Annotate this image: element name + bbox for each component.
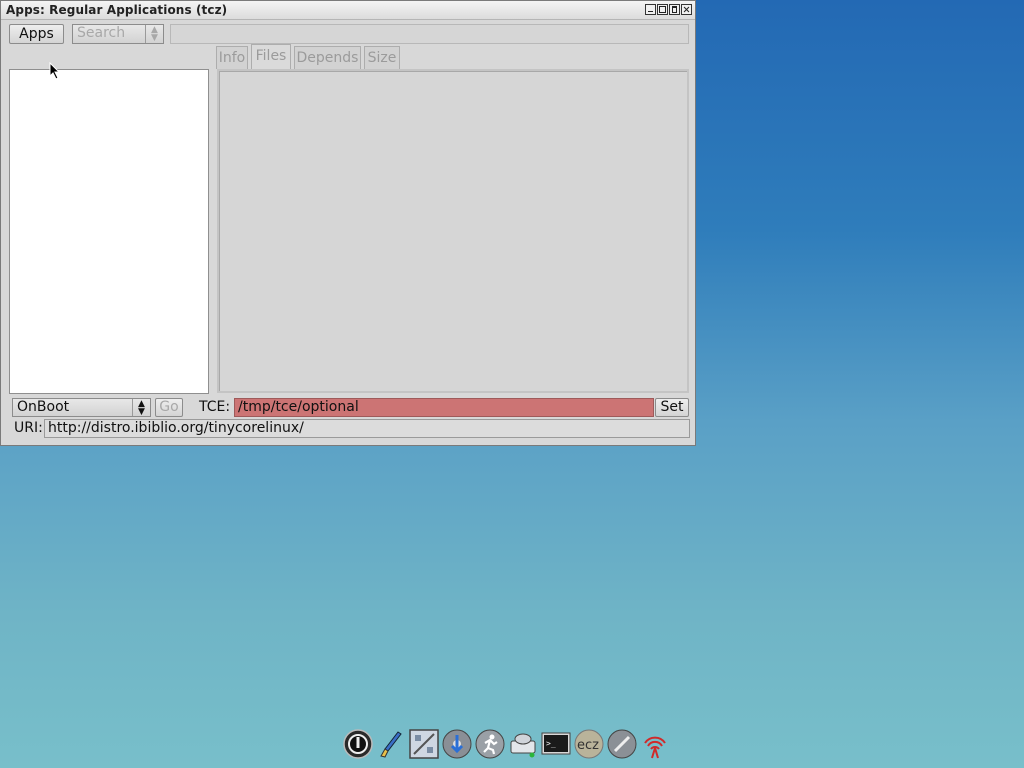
ecz-icon-label: ecz	[577, 738, 599, 753]
app-list[interactable]	[9, 69, 209, 394]
install-icon[interactable]	[442, 729, 472, 759]
title-bar[interactable]: Apps: Regular Applications (tcz)	[1, 1, 695, 20]
select-arrows-icon: ▲ ▼	[145, 25, 163, 43]
search-type-select[interactable]: Search ▲ ▼	[72, 24, 164, 44]
set-button[interactable]: Set	[655, 398, 689, 417]
select-arrows-icon: ▲ ▼	[132, 399, 150, 417]
wifi-icon[interactable]	[640, 729, 670, 759]
apps-window: Apps: Regular Applications (tcz) Apps Se…	[0, 0, 696, 446]
restore-button[interactable]	[669, 4, 680, 15]
tab-depends[interactable]: Depends	[294, 46, 361, 69]
apps-menu-button[interactable]: Apps	[9, 24, 64, 44]
minimize-button[interactable]	[645, 4, 656, 15]
power-icon[interactable]	[343, 729, 373, 759]
tab-files[interactable]: Files	[251, 44, 291, 69]
dock: >_ ecz	[343, 724, 670, 764]
paint-brush-icon[interactable]	[376, 729, 406, 759]
run-icon[interactable]	[475, 729, 505, 759]
maximize-button[interactable]	[657, 4, 668, 15]
search-type-label: Search	[77, 25, 126, 41]
tce-label: TCE:	[199, 399, 231, 415]
uri-label: URI:	[14, 420, 43, 436]
terminal-icon[interactable]: >_	[541, 729, 571, 759]
uri-field[interactable]: http://distro.ibiblio.org/tinycorelinux/	[44, 419, 690, 438]
window-title: Apps: Regular Applications (tcz)	[6, 3, 228, 17]
control-panel-icon[interactable]	[409, 729, 439, 759]
close-button[interactable]	[681, 4, 692, 15]
mode-select-value: OnBoot	[17, 399, 70, 415]
files-content-pane	[217, 69, 689, 393]
mount-icon[interactable]	[508, 729, 538, 759]
ecz-icon[interactable]: ecz	[574, 729, 604, 759]
search-input[interactable]	[170, 24, 689, 44]
window-controls	[645, 4, 692, 15]
svg-text:>_: >_	[546, 739, 556, 748]
tab-info[interactable]: Info	[216, 46, 248, 69]
mouse-cursor-icon	[49, 62, 61, 80]
tab-size[interactable]: Size	[364, 46, 400, 69]
go-button[interactable]: Go	[155, 398, 183, 417]
mode-select[interactable]: OnBoot ▲ ▼	[12, 398, 151, 417]
tools-icon[interactable]	[607, 729, 637, 759]
tce-directory-field[interactable]: /tmp/tce/optional	[234, 398, 654, 417]
